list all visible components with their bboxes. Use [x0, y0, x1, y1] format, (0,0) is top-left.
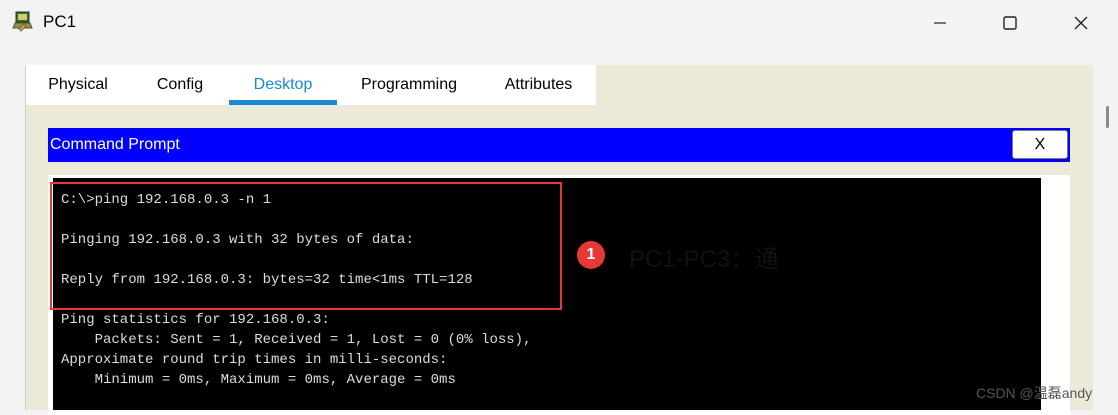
tab-programming[interactable]: Programming — [349, 65, 469, 105]
tab-config[interactable]: Config — [134, 65, 226, 105]
highlight-box — [50, 182, 562, 310]
tab-physical[interactable]: Physical — [32, 65, 124, 105]
console-line: Ping statistics for 192.168.0.3: — [61, 312, 330, 328]
tab-attributes[interactable]: Attributes — [491, 65, 586, 105]
command-prompt-title: Command Prompt — [50, 136, 180, 153]
tab-desktop[interactable]: Desktop — [229, 65, 337, 105]
window-title: PC1 — [43, 12, 77, 31]
annotation-text: PC1-PC3：通 — [629, 246, 779, 273]
console-line: Minimum = 0ms, Maximum = 0ms, Average = … — [61, 372, 456, 388]
maximize-button[interactable] — [987, 6, 1033, 40]
command-prompt-close-button[interactable]: X — [1012, 130, 1068, 159]
maximize-icon — [1003, 16, 1017, 30]
close-button[interactable] — [1058, 6, 1104, 40]
close-icon — [1074, 16, 1088, 30]
console-line: Packets: Sent = 1, Received = 1, Lost = … — [61, 332, 532, 348]
packet-tracer-pc-icon — [12, 9, 36, 33]
command-prompt-header: Command Prompt X — [48, 128, 1070, 162]
minimize-icon — [934, 22, 946, 24]
tab-bar: Physical Config Desktop Programming Attr… — [26, 65, 596, 105]
window-titlebar: PC1 — [0, 0, 1118, 46]
watermark: CSDN @温磊andy — [976, 385, 1093, 401]
annotation-badge: 1 — [577, 241, 605, 269]
console-line: Approximate round trip times in milli-se… — [61, 352, 448, 368]
minimize-button[interactable] — [917, 6, 963, 40]
scrollbar-thumb[interactable] — [1106, 106, 1109, 128]
